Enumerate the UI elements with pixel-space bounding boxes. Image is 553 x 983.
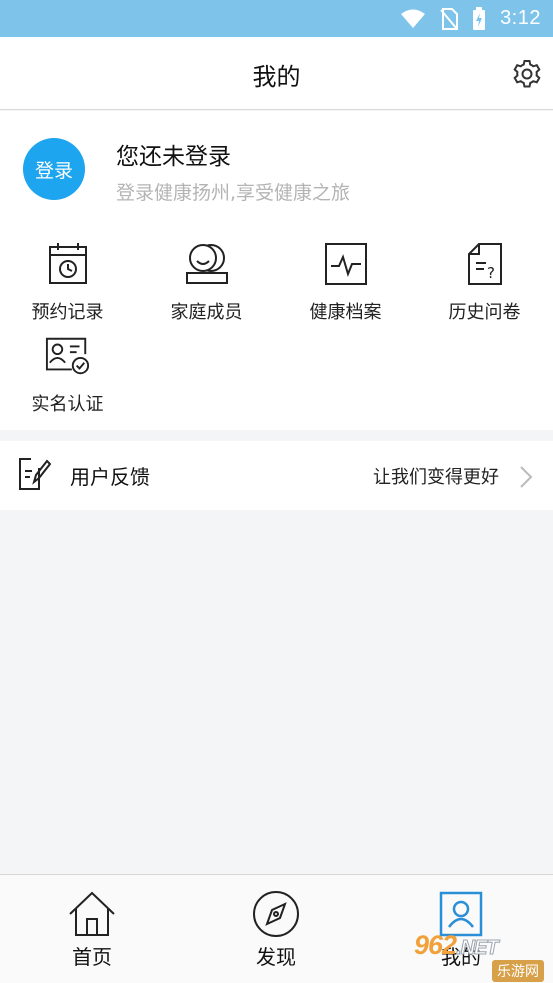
nav-label: 首页	[72, 945, 112, 969]
battery-charging-icon	[472, 6, 486, 31]
feedback-label: 用户反馈	[70, 465, 150, 489]
shortcut-appointment-records[interactable]: 预约记录	[0, 241, 137, 324]
chevron-right-icon	[519, 465, 533, 489]
shortcut-history-questionnaire[interactable]: ? 历史问卷	[415, 241, 553, 324]
shortcut-family-members[interactable]: 家庭成员	[137, 241, 276, 324]
gear-icon	[513, 60, 541, 88]
family-members-icon	[184, 241, 230, 287]
wifi-icon	[400, 9, 426, 29]
health-record-icon	[323, 241, 369, 287]
nav-home[interactable]: 首页	[32, 889, 152, 970]
login-status-title[interactable]: 您还未登录	[116, 137, 231, 171]
watermark-number: 962	[414, 930, 457, 960]
id-card-verified-icon	[45, 333, 91, 379]
svg-text:?: ?	[487, 264, 495, 282]
no-sim-icon	[440, 7, 459, 30]
questionnaire-icon: ?	[462, 241, 508, 287]
feedback-row[interactable]: 用户反馈 让我们变得更好	[0, 441, 553, 510]
page-title: 我的	[252, 63, 301, 91]
watermark-site-name: 乐游网	[492, 960, 544, 982]
shortcut-label: 历史问卷	[448, 302, 521, 323]
site-watermark: 962.NET 乐游网	[414, 930, 550, 982]
edit-document-icon	[17, 456, 52, 492]
shortcut-label: 预约记录	[31, 302, 104, 323]
shortcut-label: 家庭成员	[170, 302, 243, 323]
login-status-subtitle: 登录健康扬州,享受健康之旅	[116, 182, 351, 204]
calendar-clock-icon	[45, 241, 91, 287]
status-time: 3:12	[500, 7, 541, 29]
status-bar: 3:12	[0, 0, 553, 37]
nav-discover[interactable]: 发现	[216, 889, 336, 970]
profile-card: 登录 您还未登录 登录健康扬州,享受健康之旅 预约记录 家庭成员 健康档案 ? …	[0, 111, 553, 430]
shortcut-label: 健康档案	[309, 302, 382, 323]
shortcut-label: 实名认证	[31, 394, 104, 415]
feedback-hint: 让我们变得更好	[373, 467, 499, 488]
shortcut-real-name-verification[interactable]: 实名认证	[0, 333, 137, 416]
shortcut-health-records[interactable]: 健康档案	[276, 241, 415, 324]
home-icon	[67, 889, 117, 939]
header: 我的	[0, 37, 553, 110]
nav-label: 发现	[256, 945, 296, 969]
login-button[interactable]: 登录	[23, 138, 85, 200]
settings-button[interactable]	[511, 58, 543, 90]
compass-icon	[251, 889, 301, 939]
watermark-suffix: .NET	[456, 937, 500, 960]
